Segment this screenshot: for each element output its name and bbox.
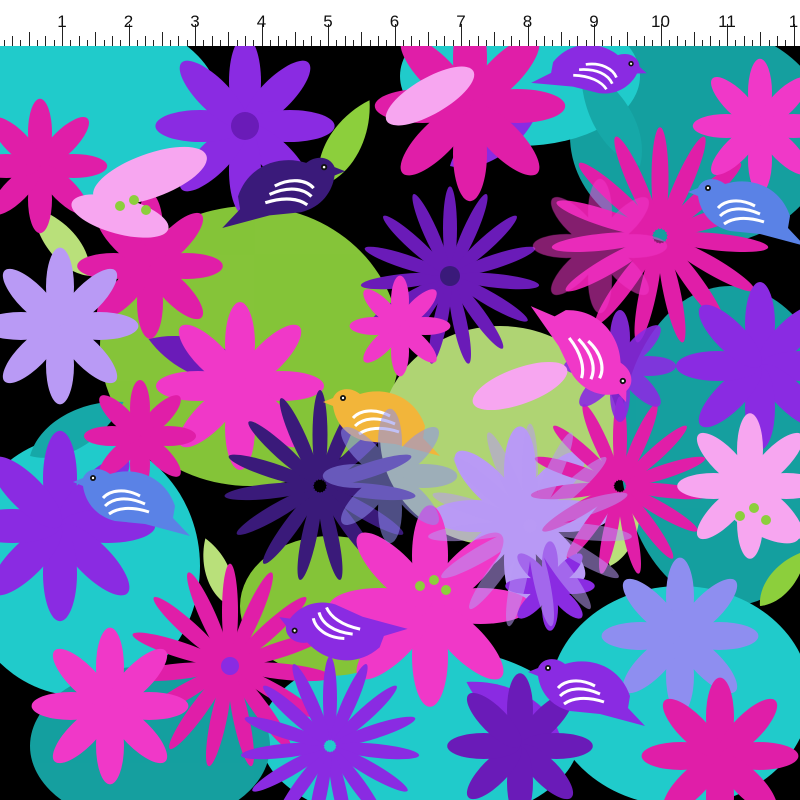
ruler-tick — [710, 36, 712, 46]
ruler-label: 1 — [57, 12, 67, 31]
ruler-tick — [610, 36, 612, 46]
ruler-tick — [477, 36, 479, 46]
ruler-tick — [145, 36, 147, 46]
ruler-label: 1 — [788, 12, 799, 31]
ruler-tick — [211, 36, 213, 46]
ruler-label: 6 — [389, 12, 400, 31]
ruler-tick — [577, 36, 579, 46]
ruler-tick — [12, 36, 14, 46]
ruler-tick — [643, 36, 645, 46]
ruler-tick — [178, 36, 180, 46]
ruler-tick — [228, 32, 230, 46]
fabric-artwork — [0, 46, 800, 800]
ruler-tick — [427, 32, 429, 46]
ruler-tick — [760, 32, 762, 46]
ruler-tick — [627, 32, 629, 46]
ruler-tick — [677, 36, 679, 46]
ruler-label: 8 — [522, 12, 533, 31]
ruler-tick — [411, 36, 413, 46]
ruler-tick — [377, 36, 379, 46]
floral-fabric-pattern — [0, 46, 800, 800]
ruler-tick — [510, 36, 512, 46]
measurement-ruler: 1 2 3 4 5 6 7 8 9 10 11 1 — [0, 0, 800, 46]
ruler-tick — [776, 36, 778, 46]
ruler-tick — [78, 36, 80, 46]
ruler-tick — [361, 32, 363, 46]
ruler-tick — [311, 36, 313, 46]
ruler-tick — [244, 36, 246, 46]
ruler-tick — [743, 36, 745, 46]
ruler-label: 4 — [256, 12, 267, 31]
ruler-label: 2 — [123, 12, 134, 31]
ruler-label: 5 — [323, 12, 333, 31]
ruler-label: 11 — [718, 12, 736, 31]
ruler-label: 9 — [589, 12, 599, 31]
ruler-tick — [560, 32, 562, 46]
ruler-tick — [544, 36, 546, 46]
ruler-tick — [693, 32, 695, 46]
ruler-tick — [28, 32, 30, 46]
ruler-label: 7 — [456, 12, 466, 31]
ruler-tick — [111, 36, 113, 46]
ruler-tick — [494, 32, 496, 46]
ruler-tick — [45, 36, 47, 46]
ruler-label: 3 — [190, 12, 200, 31]
ruler-tick — [95, 32, 97, 46]
ruler-tick — [344, 36, 346, 46]
ruler-tick — [161, 32, 163, 46]
ruler-tick — [444, 36, 446, 46]
ruler-tick — [294, 32, 296, 46]
ruler-label: 10 — [651, 12, 670, 31]
ruler-tick — [278, 36, 280, 46]
